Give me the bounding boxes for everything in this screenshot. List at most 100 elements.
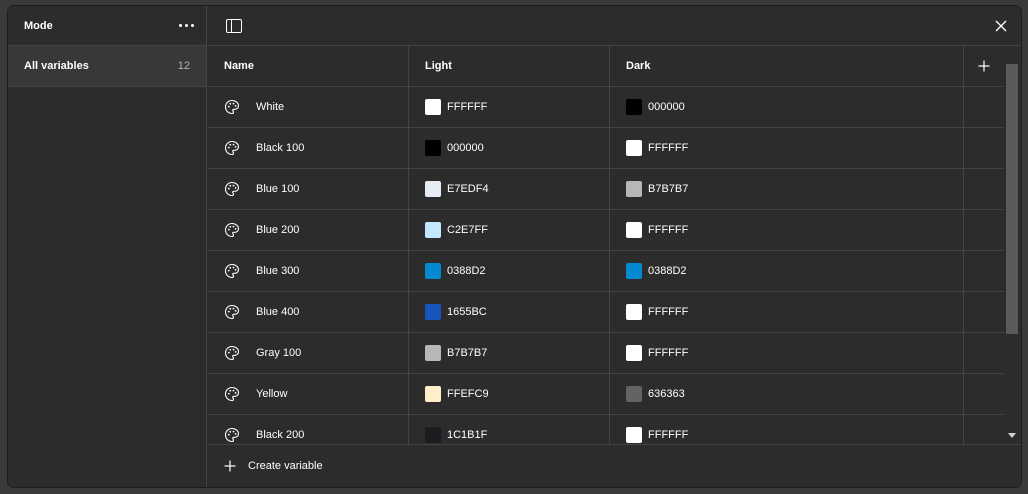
color-swatch[interactable] bbox=[425, 222, 441, 238]
table-row[interactable]: Blue 400 1655BC FFFFFF bbox=[208, 292, 1004, 333]
sidebar-header: Mode bbox=[8, 6, 206, 46]
variable-name-cell[interactable]: Yellow bbox=[208, 374, 409, 414]
dark-value-cell[interactable]: FFFFFF bbox=[610, 128, 964, 168]
light-value-cell[interactable]: C2E7FF bbox=[409, 210, 610, 250]
plus-icon bbox=[224, 460, 236, 472]
color-swatch[interactable] bbox=[626, 140, 642, 156]
table-row[interactable]: Black 100 000000 FFFFFF bbox=[208, 128, 1004, 169]
light-value-cell[interactable]: 1655BC bbox=[409, 292, 610, 332]
light-hex-value: 1C1B1F bbox=[447, 429, 488, 441]
column-header-name: Name bbox=[208, 46, 409, 86]
light-value-cell[interactable]: B7B7B7 bbox=[409, 333, 610, 373]
light-value-cell[interactable]: FFFFFF bbox=[409, 87, 610, 127]
variable-name: Gray 100 bbox=[256, 347, 302, 359]
color-palette-icon bbox=[224, 263, 240, 279]
create-variable-button[interactable]: Create variable bbox=[208, 444, 1021, 487]
light-value-cell[interactable]: E7EDF4 bbox=[409, 169, 610, 209]
variable-name-cell[interactable]: Black 200 bbox=[208, 415, 409, 444]
add-mode-button[interactable] bbox=[964, 46, 1004, 86]
dark-value-cell[interactable]: 636363 bbox=[610, 374, 964, 414]
color-swatch[interactable] bbox=[626, 427, 642, 443]
close-icon bbox=[995, 20, 1007, 31]
color-palette-icon bbox=[224, 304, 240, 320]
light-value-cell[interactable]: 000000 bbox=[409, 128, 610, 168]
topbar bbox=[208, 6, 1021, 46]
dark-hex-value: FFFFFF bbox=[648, 429, 689, 441]
dark-value-cell[interactable]: B7B7B7 bbox=[610, 169, 964, 209]
light-hex-value: 1655BC bbox=[447, 306, 487, 318]
variable-name-cell[interactable]: Blue 100 bbox=[208, 169, 409, 209]
scroll-down-arrow-icon[interactable] bbox=[1008, 433, 1016, 438]
color-swatch[interactable] bbox=[425, 304, 441, 320]
table-header-row: Name Light Dark bbox=[208, 46, 1004, 87]
color-swatch[interactable] bbox=[425, 140, 441, 156]
column-header-dark[interactable]: Dark bbox=[610, 46, 964, 86]
dark-value-cell[interactable]: 0388D2 bbox=[610, 251, 964, 291]
variable-name: Blue 200 bbox=[256, 224, 300, 236]
variable-name-cell[interactable]: Blue 400 bbox=[208, 292, 409, 332]
sidebar-toggle-button[interactable] bbox=[224, 16, 244, 36]
variable-name: Blue 300 bbox=[256, 265, 300, 277]
light-value-cell[interactable]: 0388D2 bbox=[409, 251, 610, 291]
dark-value-cell[interactable]: FFFFFF bbox=[610, 333, 964, 373]
color-swatch[interactable] bbox=[425, 263, 441, 279]
column-header-light-label: Light bbox=[425, 60, 452, 72]
column-header-light[interactable]: Light bbox=[409, 46, 610, 86]
empty-cell bbox=[964, 333, 1004, 373]
dark-hex-value: B7B7B7 bbox=[648, 183, 689, 195]
light-hex-value: C2E7FF bbox=[447, 224, 488, 236]
scrollbar[interactable] bbox=[1005, 46, 1021, 444]
color-swatch[interactable] bbox=[425, 427, 441, 443]
create-variable-label: Create variable bbox=[248, 460, 323, 472]
color-swatch[interactable] bbox=[425, 345, 441, 361]
light-value-cell[interactable]: 1C1B1F bbox=[409, 415, 610, 444]
light-hex-value: 000000 bbox=[447, 142, 484, 154]
variable-name: Yellow bbox=[256, 388, 288, 400]
color-swatch[interactable] bbox=[626, 222, 642, 238]
table-row[interactable]: Blue 100 E7EDF4 B7B7B7 bbox=[208, 169, 1004, 210]
color-swatch[interactable] bbox=[626, 263, 642, 279]
color-swatch[interactable] bbox=[425, 181, 441, 197]
variable-name: Blue 400 bbox=[256, 306, 300, 318]
empty-cell bbox=[964, 415, 1004, 444]
color-swatch[interactable] bbox=[626, 304, 642, 320]
color-swatch[interactable] bbox=[626, 345, 642, 361]
color-palette-icon bbox=[224, 222, 240, 238]
dark-hex-value: FFFFFF bbox=[648, 347, 689, 359]
color-palette-icon bbox=[224, 140, 240, 156]
table-row[interactable]: Gray 100 B7B7B7 FFFFFF bbox=[208, 333, 1004, 374]
dark-value-cell[interactable]: FFFFFF bbox=[610, 415, 964, 444]
color-swatch[interactable] bbox=[425, 99, 441, 115]
variable-name-cell[interactable]: Black 100 bbox=[208, 128, 409, 168]
dark-hex-value: FFFFFF bbox=[648, 142, 689, 154]
column-header-name-label: Name bbox=[224, 60, 254, 72]
variable-name-cell[interactable]: Blue 300 bbox=[208, 251, 409, 291]
table-row[interactable]: Blue 200 C2E7FF FFFFFF bbox=[208, 210, 1004, 251]
dark-value-cell[interactable]: FFFFFF bbox=[610, 210, 964, 250]
color-palette-icon bbox=[224, 427, 240, 443]
sidebar-toggle-icon bbox=[226, 18, 242, 33]
table-row[interactable]: Black 200 1C1B1F FFFFFF bbox=[208, 415, 1004, 444]
variable-name-cell[interactable]: White bbox=[208, 87, 409, 127]
color-swatch[interactable] bbox=[626, 99, 642, 115]
light-hex-value: 0388D2 bbox=[447, 265, 486, 277]
more-options-button[interactable] bbox=[174, 14, 198, 38]
color-swatch[interactable] bbox=[626, 181, 642, 197]
color-swatch[interactable] bbox=[425, 386, 441, 402]
empty-cell bbox=[964, 374, 1004, 414]
dark-value-cell[interactable]: FFFFFF bbox=[610, 292, 964, 332]
variable-name-cell[interactable]: Gray 100 bbox=[208, 333, 409, 373]
light-value-cell[interactable]: FFEFC9 bbox=[409, 374, 610, 414]
dark-value-cell[interactable]: 000000 bbox=[610, 87, 964, 127]
dark-hex-value: 0388D2 bbox=[648, 265, 687, 277]
table-row[interactable]: Blue 300 0388D2 0388D2 bbox=[208, 251, 1004, 292]
light-hex-value: E7EDF4 bbox=[447, 183, 489, 195]
color-swatch[interactable] bbox=[626, 386, 642, 402]
close-button[interactable] bbox=[991, 16, 1011, 36]
sidebar-item-all-variables[interactable]: All variables 12 bbox=[8, 46, 206, 87]
sidebar: Mode All variables 12 bbox=[8, 6, 207, 487]
scrollbar-thumb[interactable] bbox=[1006, 64, 1018, 334]
variable-name-cell[interactable]: Blue 200 bbox=[208, 210, 409, 250]
table-row[interactable]: Yellow FFEFC9 636363 bbox=[208, 374, 1004, 415]
table-row[interactable]: White FFFFFF 000000 bbox=[208, 87, 1004, 128]
